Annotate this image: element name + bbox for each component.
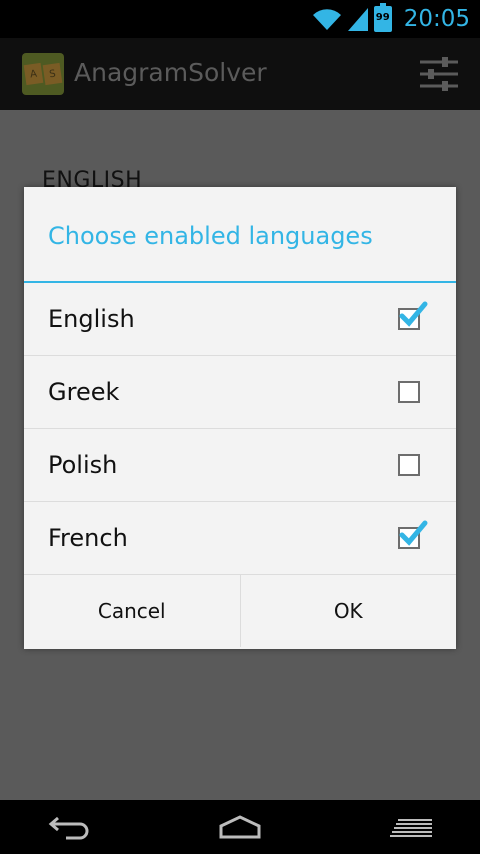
app-logo[interactable]: A S (22, 53, 64, 95)
languages-dialog: Choose enabled languages English Greek P… (24, 187, 456, 649)
status-icons: 99 20:05 (312, 3, 470, 34)
french-checkbox[interactable] (398, 520, 428, 549)
checkmark-icon (399, 301, 428, 327)
english-checkbox[interactable] (398, 301, 428, 330)
cancel-button[interactable]: Cancel (24, 575, 240, 647)
logo-tile-a: A (23, 62, 44, 86)
dialog-buttons: Cancel OK (24, 575, 456, 647)
option-english[interactable]: English (24, 283, 456, 356)
checkmark-icon (399, 520, 428, 546)
option-label: Greek (48, 378, 120, 406)
option-french[interactable]: French (24, 502, 456, 575)
app-title: AnagramSolver (74, 58, 267, 87)
battery-level: 99 (375, 12, 390, 23)
action-bar: A S AnagramSolver (0, 38, 480, 110)
sliders-icon[interactable] (420, 56, 458, 92)
option-label: French (48, 524, 128, 552)
status-bar: 99 20:05 (0, 0, 480, 38)
option-label: Polish (48, 451, 118, 479)
dialog-title: Choose enabled languages (24, 187, 456, 283)
option-greek[interactable]: Greek (24, 356, 456, 429)
ok-button[interactable]: OK (241, 575, 457, 647)
option-polish[interactable]: Polish (24, 429, 456, 502)
polish-checkbox[interactable] (398, 454, 420, 476)
option-label: English (48, 305, 135, 333)
signal-icon (347, 8, 368, 31)
wifi-icon (312, 9, 341, 30)
navigation-bar (0, 800, 480, 854)
clock: 20:05 (403, 6, 470, 32)
home-icon[interactable] (218, 814, 262, 840)
logo-tile-s: S (42, 62, 63, 86)
battery-icon: 99 (373, 3, 392, 32)
back-icon[interactable] (48, 814, 90, 840)
greek-checkbox[interactable] (398, 381, 420, 403)
recent-apps-icon[interactable] (390, 814, 434, 840)
